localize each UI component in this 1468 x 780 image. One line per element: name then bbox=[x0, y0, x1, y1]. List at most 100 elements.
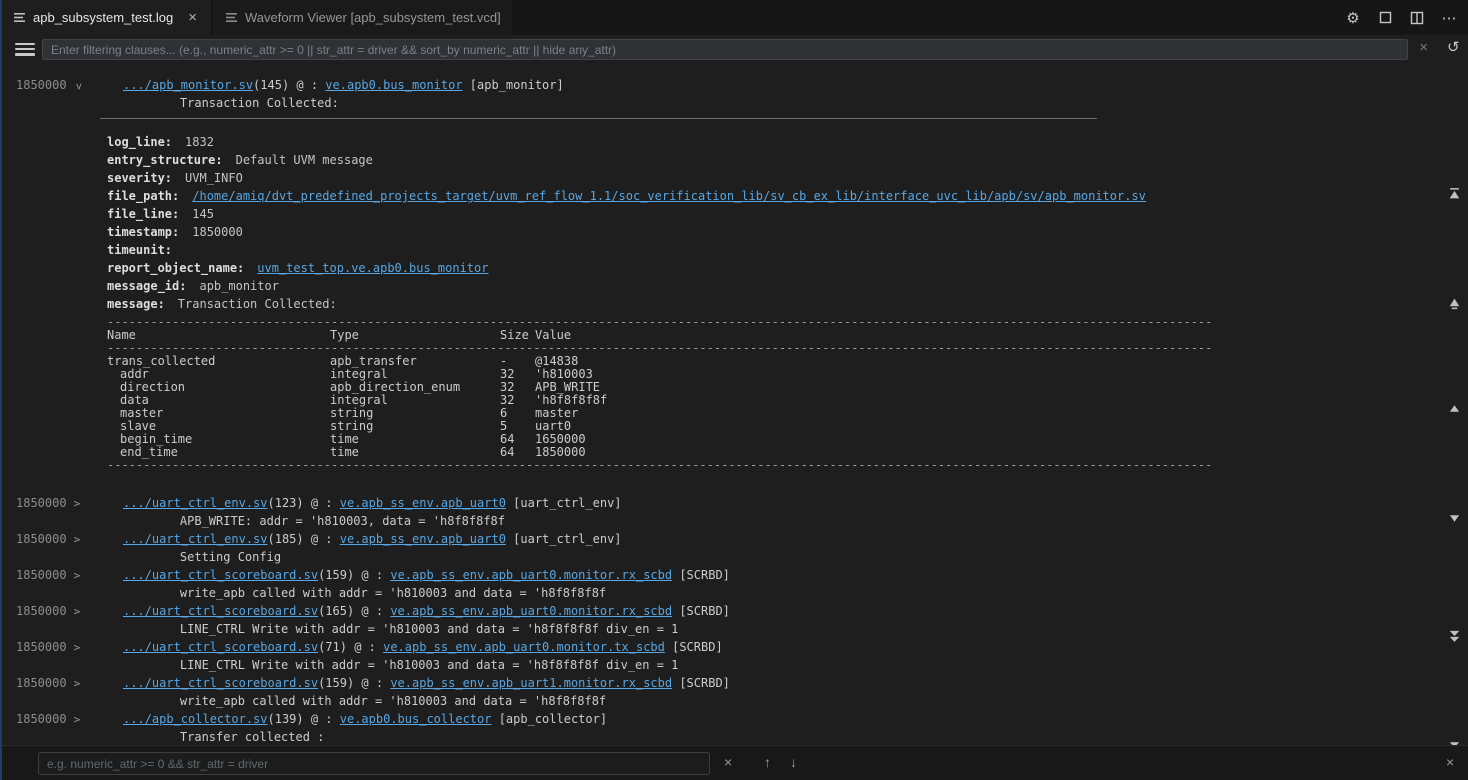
entry-gutter: 1850000> bbox=[0, 602, 107, 638]
cell-value: 'h810003 bbox=[535, 368, 1468, 381]
cell-size: 5 bbox=[500, 420, 535, 433]
detail-key: timestamp: bbox=[107, 225, 179, 239]
scope-link[interactable]: ve.apb_ss_env.apb_uart0.monitor.tx_scbd bbox=[383, 640, 665, 654]
entry-line-info: (123) @ : bbox=[268, 496, 340, 510]
file-link[interactable]: .../uart_ctrl_scoreboard.sv bbox=[123, 568, 318, 582]
more-actions-icon[interactable]: ⋯ bbox=[1438, 7, 1460, 29]
refresh-icon[interactable]: ↻ bbox=[1447, 38, 1460, 56]
cell-name: Name bbox=[107, 329, 330, 342]
entry-message: APB_WRITE: addr = 'h810003, data = 'h8f8… bbox=[107, 512, 1468, 530]
detail-value: UVM_INFO bbox=[185, 171, 243, 185]
cell-value: uart0 bbox=[535, 420, 1468, 433]
entry-body: .../apb_collector.sv(139) @ : ve.apb0.bu… bbox=[107, 710, 1468, 745]
entry-tag: [uart_ctrl_env] bbox=[506, 532, 622, 546]
entry-tag: [apb_monitor] bbox=[463, 78, 564, 92]
entry-expand-chevron-icon[interactable]: > bbox=[74, 711, 81, 729]
entry-expand-chevron-icon[interactable]: > bbox=[69, 83, 87, 90]
scope-link[interactable]: ve.apb_ss_env.apb_uart0 bbox=[340, 532, 506, 546]
scope-link[interactable]: ve.apb_ss_env.apb_uart1.monitor.rx_scbd bbox=[390, 676, 672, 690]
detail-field: file_path:/home/amiq/dvt_predefined_proj… bbox=[107, 187, 1468, 205]
entry-line-info: (71) @ : bbox=[318, 640, 383, 654]
file-link[interactable]: .../uart_ctrl_env.sv bbox=[123, 532, 268, 546]
dashed-separator: ----------------------------------------… bbox=[107, 342, 1213, 355]
cell-size: 32 bbox=[500, 368, 535, 381]
scope-link[interactable]: ve.apb_ss_env.apb_uart0.monitor.rx_scbd bbox=[390, 568, 672, 582]
nav-scroll-to-bottom-button[interactable] bbox=[1446, 741, 1462, 745]
entry-header-line: .../uart_ctrl_env.sv(123) @ : ve.apb_ss_… bbox=[107, 494, 1468, 512]
file-link[interactable]: .../uart_ctrl_scoreboard.sv bbox=[123, 640, 318, 654]
entry-header-line: .../uart_ctrl_env.sv(185) @ : ve.apb_ss_… bbox=[107, 530, 1468, 548]
nav-next-button[interactable] bbox=[1446, 511, 1462, 525]
entry-expand-chevron-icon[interactable]: > bbox=[74, 531, 81, 549]
entry-expand-chevron-icon[interactable]: > bbox=[74, 675, 81, 693]
file-link[interactable]: .../uart_ctrl_scoreboard.sv bbox=[123, 604, 318, 618]
file-link[interactable]: .../uart_ctrl_env.sv bbox=[123, 496, 268, 510]
cell-value: Value bbox=[535, 329, 1468, 342]
entry-gutter: 1850000> bbox=[0, 494, 107, 530]
dashed-separator: ----------------------------------------… bbox=[107, 316, 1213, 329]
entry-gutter: 1850000> bbox=[0, 76, 107, 494]
log-nav-column bbox=[1446, 63, 1462, 745]
detail-field: file_line:145 bbox=[107, 205, 1468, 223]
find-bar-close-icon[interactable]: × bbox=[1446, 754, 1454, 770]
nav-previous-button[interactable] bbox=[1446, 401, 1462, 415]
cell-type: string bbox=[330, 407, 500, 420]
log-entry: 1850000> .../uart_ctrl_scoreboard.sv(71)… bbox=[0, 638, 1468, 674]
cell-size: 32 bbox=[500, 381, 535, 394]
cell-value: 'h8f8f8f8f bbox=[535, 394, 1468, 407]
entry-tag: [SCRBD] bbox=[665, 640, 723, 654]
entry-header-line: .../uart_ctrl_scoreboard.sv(165) @ : ve.… bbox=[107, 602, 1468, 620]
filter-clear-icon[interactable]: × bbox=[1419, 39, 1428, 56]
log-entries: 1850000 > .../apb_monitor.sv(145) @ : ve.… bbox=[0, 76, 1468, 745]
entry-header-line: .../apb_monitor.sv(145) @ : ve.apb0.bus_… bbox=[107, 76, 1468, 94]
entry-expand-chevron-icon[interactable]: > bbox=[74, 639, 81, 657]
detail-field: message:Transaction Collected: bbox=[107, 295, 1468, 313]
nav-page-down-button[interactable] bbox=[1446, 629, 1462, 643]
menu-icon[interactable] bbox=[15, 43, 35, 56]
tab-close-icon[interactable]: × bbox=[186, 10, 199, 25]
find-previous-icon[interactable]: ↑ bbox=[764, 754, 771, 770]
nav-page-up-button[interactable] bbox=[1446, 296, 1462, 310]
entry-expand-chevron-icon[interactable]: > bbox=[74, 603, 81, 621]
entry-tag: [uart_ctrl_env] bbox=[506, 496, 622, 510]
detail-key: timeunit: bbox=[107, 243, 172, 257]
detail-key: message_id: bbox=[107, 279, 186, 293]
tab-log-file[interactable]: apb_subsystem_test.log × bbox=[0, 0, 212, 35]
entry-expand-chevron-icon[interactable]: > bbox=[74, 567, 81, 585]
find-input[interactable] bbox=[38, 752, 710, 775]
table-row: begin_timetime641650000 bbox=[107, 433, 1468, 446]
find-clear-icon[interactable]: × bbox=[724, 754, 732, 770]
file-link[interactable]: .../uart_ctrl_scoreboard.sv bbox=[123, 676, 318, 690]
entry-gutter: 1850000 > bbox=[0, 566, 107, 602]
filter-input[interactable] bbox=[42, 39, 1408, 60]
file-link[interactable]: .../apb_collector.sv bbox=[123, 712, 268, 726]
entry-timestamp: 1850000 bbox=[16, 676, 67, 690]
detail-value-link[interactable]: uvm_test_top.ve.apb0.bus_monitor bbox=[257, 261, 488, 275]
entry-line-info: (145) @ : bbox=[253, 78, 325, 92]
split-editor-icon[interactable] bbox=[1406, 7, 1428, 29]
scope-link[interactable]: ve.apb0.bus_collector bbox=[340, 712, 492, 726]
settings-gear-icon[interactable]: ⚙ bbox=[1342, 7, 1364, 29]
table-row: end_timetime641850000 bbox=[107, 446, 1468, 459]
cell-type: apb_transfer bbox=[330, 355, 500, 368]
detail-value-link[interactable]: /home/amiq/dvt_predefined_projects_targe… bbox=[192, 189, 1146, 203]
tab-waveform-viewer[interactable]: Waveform Viewer [apb_subsystem_test.vcd] bbox=[212, 0, 514, 35]
cell-type: Type bbox=[330, 329, 500, 342]
details-divider bbox=[100, 118, 1097, 119]
detail-key: entry_structure: bbox=[107, 153, 223, 167]
entry-gutter: 1850000> bbox=[0, 530, 107, 566]
entry-timestamp: 1850000 bbox=[16, 568, 67, 582]
entry-expand-chevron-icon[interactable]: > bbox=[74, 495, 81, 513]
scope-link[interactable]: ve.apb_ss_env.apb_uart0.monitor.rx_scbd bbox=[390, 604, 672, 618]
keep-open-icon[interactable] bbox=[1374, 7, 1396, 29]
cell-type: time bbox=[330, 446, 500, 459]
table-row: masterstring6master bbox=[107, 407, 1468, 420]
find-next-icon[interactable]: ↓ bbox=[790, 754, 797, 770]
nav-scroll-to-top-button[interactable] bbox=[1446, 186, 1462, 200]
scope-link[interactable]: ve.apb_ss_env.apb_uart0 bbox=[340, 496, 506, 510]
file-link[interactable]: .../apb_monitor.sv bbox=[123, 78, 253, 92]
scope-link[interactable]: ve.apb0.bus_monitor bbox=[325, 78, 462, 92]
cell-name: trans_collected bbox=[107, 355, 330, 368]
expanded-entry-details: log_line:1832entry_structure:Default UVM… bbox=[107, 118, 1468, 472]
log-entry: 1850000> .../uart_ctrl_scoreboard.sv(159… bbox=[0, 674, 1468, 710]
